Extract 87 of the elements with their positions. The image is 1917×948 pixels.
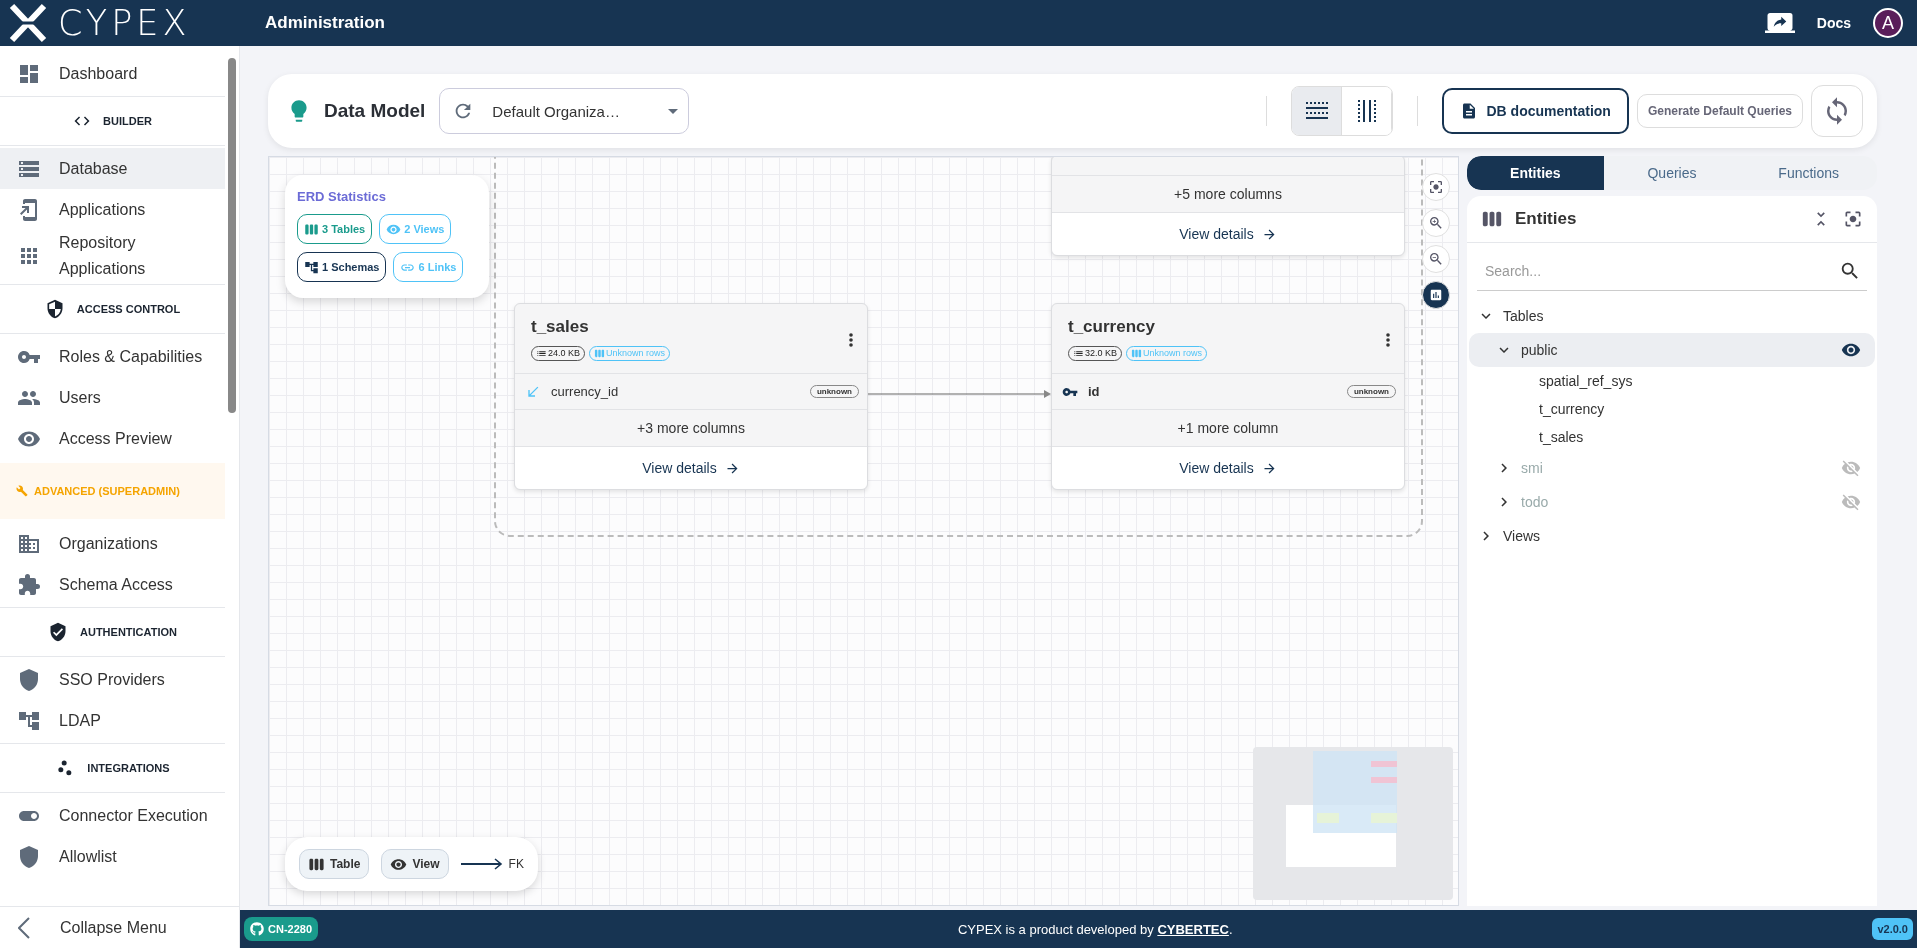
kebab-icon (849, 332, 853, 347)
legend-view-chip: View (381, 849, 449, 879)
footer-text: CYPEX is a product developed by CYBERTEC. (956, 921, 1234, 937)
sidebar-item[interactable]: Repository Applications (0, 230, 225, 282)
search-field[interactable]: Search... (1483, 261, 1839, 280)
tab[interactable]: Entities (1467, 156, 1604, 190)
panel-title: Entities (1515, 209, 1578, 229)
sidebar-item[interactable]: SSO Providers (0, 659, 225, 700)
section-title: ADVANCED (SUPERADMIN) (34, 485, 180, 497)
sidebar-item[interactable]: Users (0, 377, 225, 418)
statistics-button[interactable] (1422, 281, 1450, 309)
docs-link[interactable]: Docs (1816, 15, 1851, 31)
table-name: t_currency (1068, 316, 1156, 337)
table-name: t_sales (531, 316, 590, 337)
kebab-icon (1386, 332, 1390, 347)
generate-queries-button[interactable]: Generate Default Queries (1636, 94, 1803, 128)
db-documentation-button[interactable]: DB documentation (1442, 88, 1629, 134)
shield-check-icon (48, 622, 68, 642)
collapse-menu-button[interactable]: Collapse Menu (0, 906, 239, 948)
sidebar-item[interactable]: Roles & Capabilities (0, 336, 225, 377)
section-title: INTEGRATIONS (87, 762, 170, 774)
zoom-out-icon (1428, 251, 1444, 267)
fit-view-button[interactable] (1422, 173, 1450, 201)
column-name: id (1088, 384, 1100, 399)
chart-icon (1429, 288, 1443, 302)
zoom-in-icon (1428, 215, 1444, 231)
stat-badge: 6 Links (393, 252, 464, 282)
stat-badge: 2 Views (379, 214, 452, 244)
statistics-title: ERD Statistics (297, 189, 387, 204)
cybertec-link[interactable]: CYBERTEC (1157, 921, 1229, 937)
scrollbar[interactable] (228, 58, 236, 413)
stat-badge: 3 Tables (297, 214, 373, 244)
tab[interactable]: Queries (1603, 156, 1741, 190)
arrow-icon (460, 858, 505, 870)
tree-item[interactable]: public (1469, 333, 1875, 367)
legend-table-chip: Table (299, 849, 370, 879)
sidebar-item[interactable]: Organizations (0, 523, 225, 564)
sidebar-item[interactable]: Connector Execution (0, 795, 225, 836)
zoom-out-button[interactable] (1422, 245, 1450, 273)
section-title: ACCESS CONTROL (76, 303, 181, 315)
tree-item[interactable]: spatial_ref_sys (1469, 367, 1875, 395)
chevron-left-icon (18, 916, 30, 939)
focus-icon (1428, 179, 1444, 195)
section-title: BUILDER (103, 115, 152, 127)
view-details-button[interactable]: View details (1052, 213, 1404, 255)
github-icon (250, 922, 264, 936)
column-name: currency_id (551, 384, 619, 399)
table-icon (594, 347, 606, 359)
organization-select[interactable]: Default Organiza… (439, 88, 690, 134)
tree-item[interactable]: t_sales (1469, 423, 1875, 451)
shield-icon (17, 844, 41, 869)
tab[interactable]: Functions (1740, 156, 1877, 190)
sidebar-item[interactable]: Dashboard (0, 53, 225, 94)
version-badge: v2.0.0 (1872, 918, 1913, 940)
branch-badge: CN-2280 (244, 917, 319, 941)
sidebar-item[interactable]: Schema Access (0, 564, 225, 605)
sync-button[interactable] (1811, 85, 1863, 137)
sidebar-item[interactable]: Access Preview (0, 418, 225, 459)
avatar[interactable]: A (1873, 8, 1903, 38)
table-icon (1131, 347, 1143, 359)
more-options-button[interactable] (1386, 332, 1390, 347)
wrench-icon (16, 485, 28, 497)
tree-item[interactable]: t_currency (1469, 395, 1875, 423)
sidebar-item[interactable]: Applications (0, 189, 225, 230)
sidebar-item[interactable]: Allowlist (0, 836, 225, 877)
tree-item[interactable]: Tables (1469, 299, 1875, 333)
logo-text: CYPEX (58, 3, 191, 43)
focus-icon (1843, 209, 1863, 229)
logo-icon (8, 3, 48, 43)
tree-item[interactable]: Views (1469, 519, 1875, 553)
puzzle-icon (17, 572, 41, 597)
section-title: AUTHENTICATION (80, 626, 177, 638)
caret-icon (668, 108, 679, 114)
sidebar-item[interactable]: LDAP (0, 700, 225, 741)
sidebar-item[interactable]: Database (0, 148, 225, 189)
more-options-button[interactable] (849, 332, 853, 347)
shield-icon (17, 667, 41, 692)
legend-label: FK (508, 857, 524, 871)
focus-button[interactable] (1843, 209, 1863, 229)
layout-toggle-button[interactable] (1292, 87, 1343, 135)
toolbar-title: Data Model (324, 100, 426, 122)
view-details-button[interactable]: View details (1052, 447, 1404, 489)
zoom-in-button[interactable] (1422, 209, 1450, 237)
stat-badge: 1 Schemas (297, 252, 387, 282)
tree-icon (304, 259, 319, 275)
page-title: Administration (265, 13, 386, 33)
view-details-button[interactable]: View details (515, 447, 867, 489)
